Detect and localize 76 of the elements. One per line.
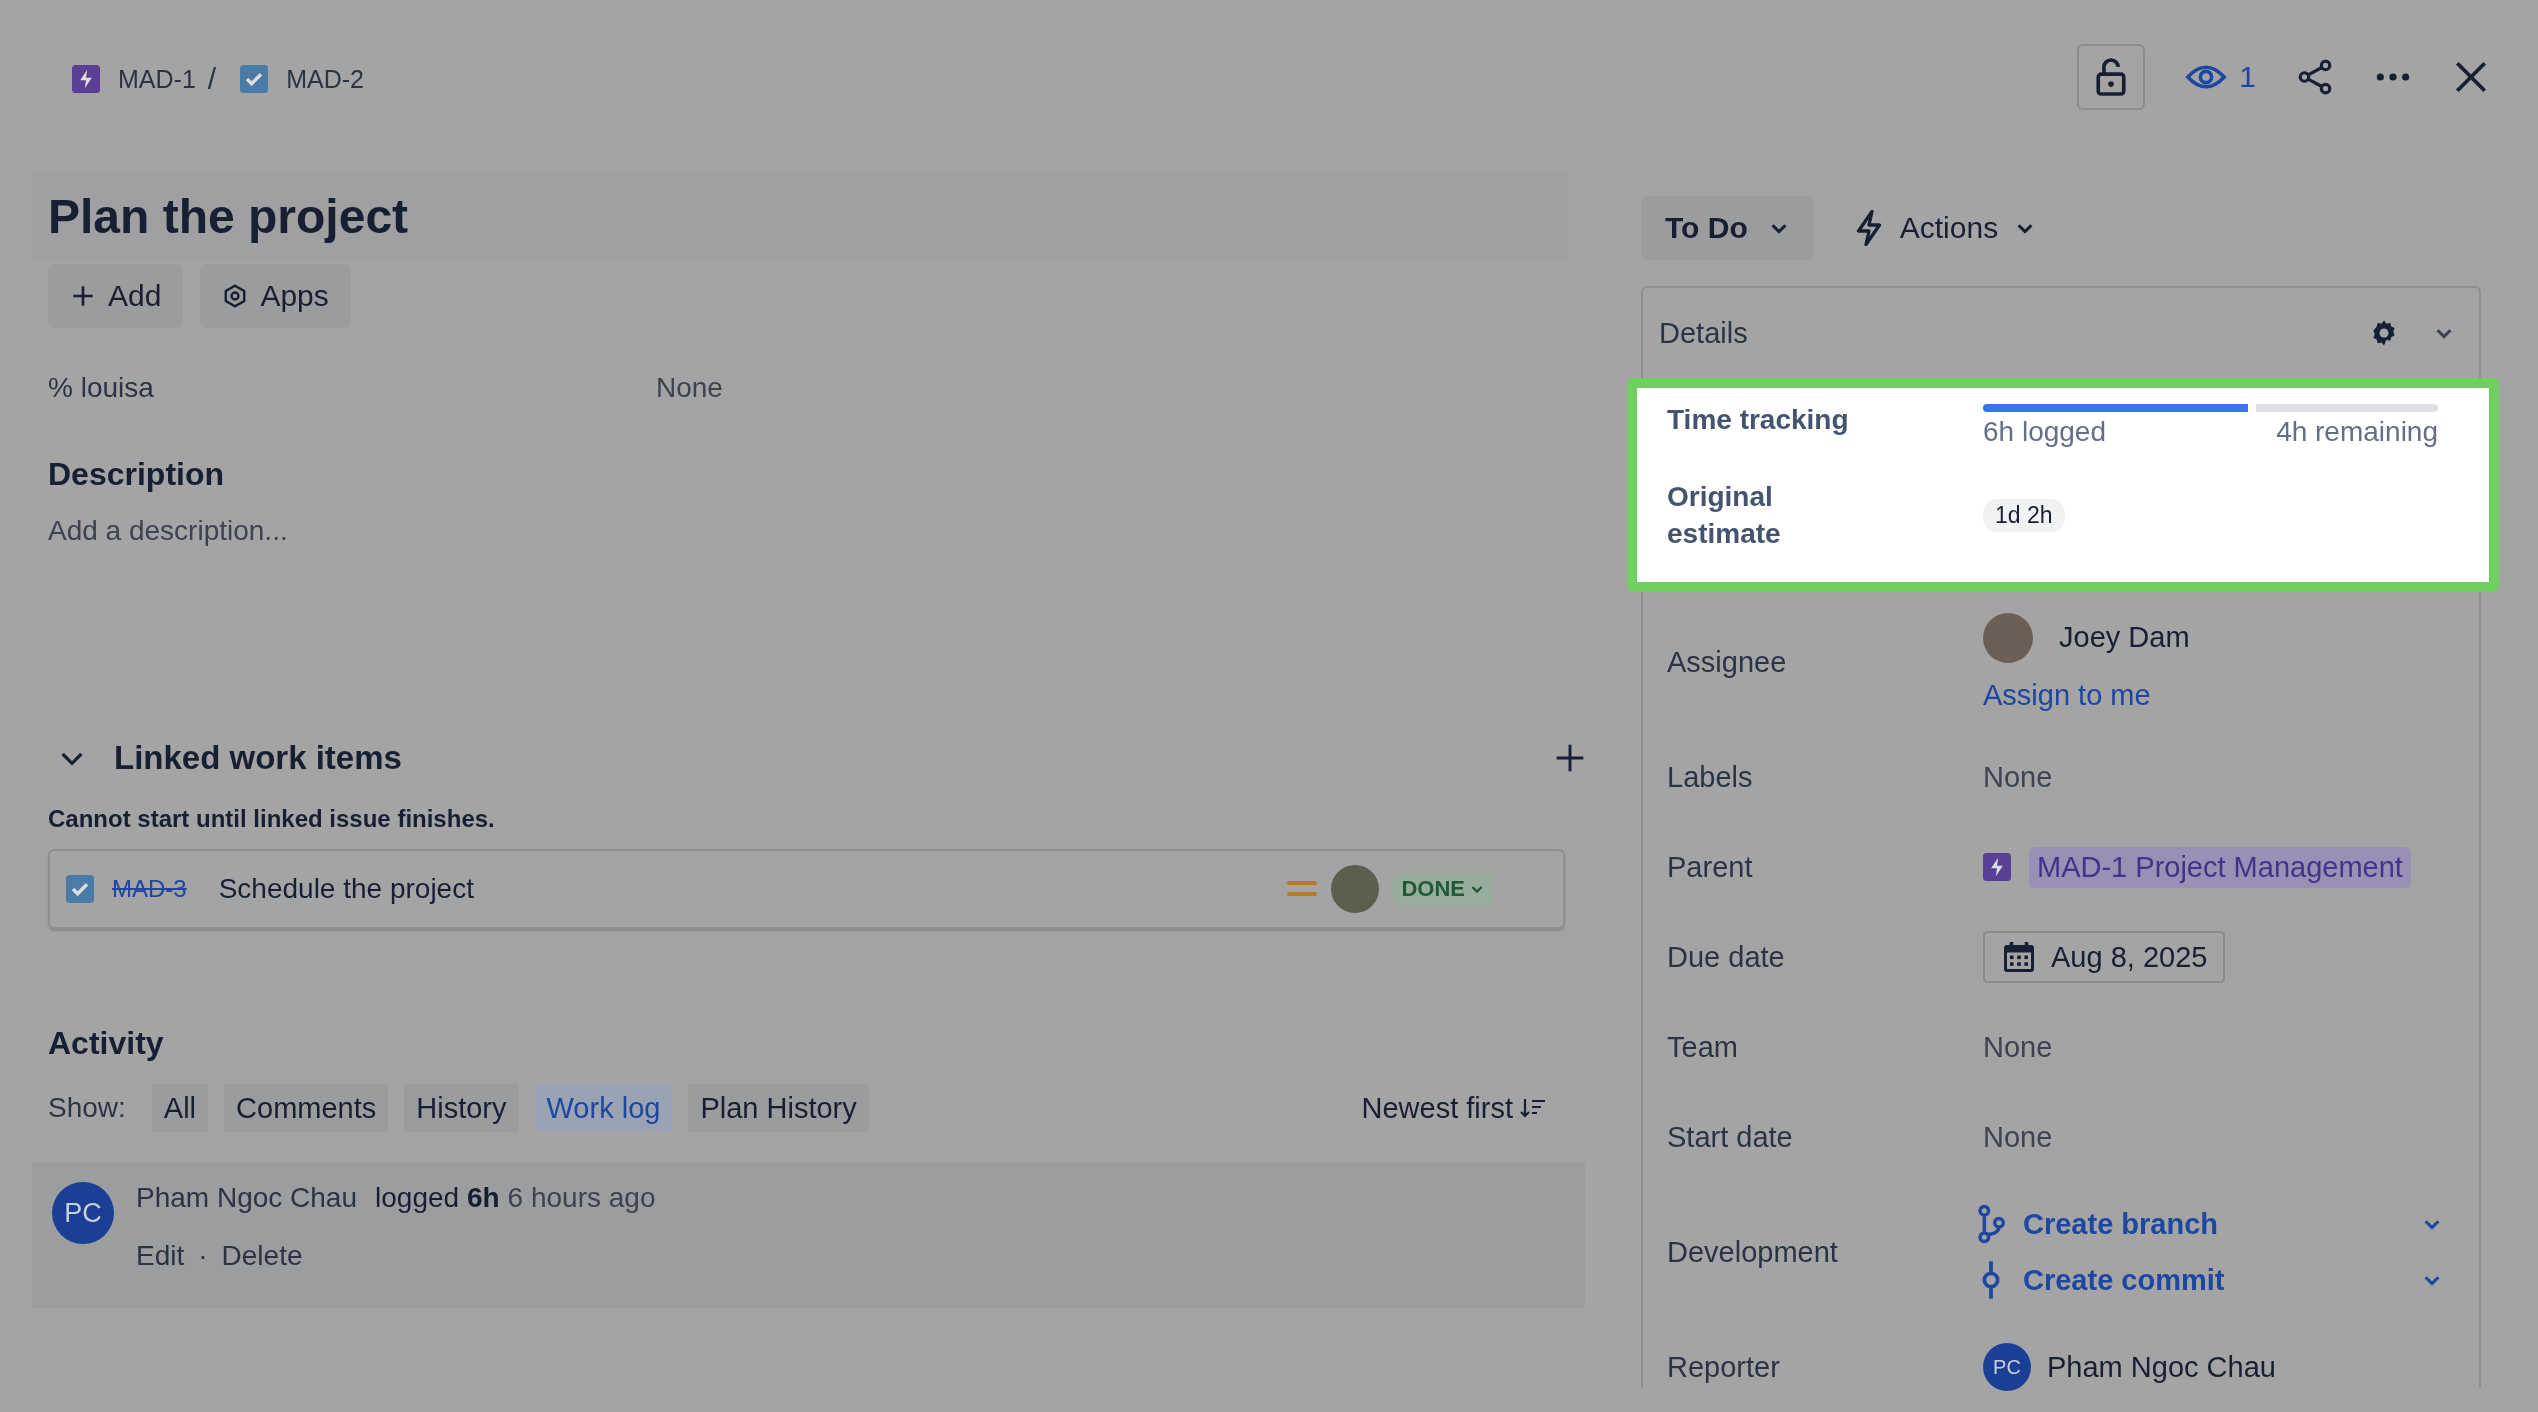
breadcrumb-link[interactable]: MAD-2: [286, 64, 364, 94]
development-link[interactable]: Create commit: [2023, 1263, 2421, 1297]
development-link[interactable]: Create branch: [2023, 1207, 2421, 1241]
share-icon[interactable]: [2296, 58, 2334, 96]
field-label: Start date: [1667, 1120, 1794, 1154]
actions-button[interactable]: Actions: [1853, 210, 2037, 246]
assign-link[interactable]: Assign to me: [1983, 678, 2190, 712]
linked-item-card[interactable]: MAD-3 Schedule the project DONE: [48, 849, 1565, 929]
eye-icon: [2185, 62, 2228, 92]
plus-icon[interactable]: [1554, 742, 1586, 774]
user-name[interactable]: Joey Dam: [2059, 621, 2190, 654]
branch-icon: [1977, 1204, 2005, 1244]
panel-title: Details: [1659, 316, 1749, 350]
section-heading: Linked work items: [114, 739, 403, 777]
breadcrumb-separator: /: [207, 62, 217, 96]
status-lozenge[interactable]: DONE: [1393, 873, 1493, 905]
field-value[interactable]: None: [1983, 760, 2053, 794]
section-heading: Activity: [48, 1025, 165, 1062]
sort-icon: [1519, 1096, 1547, 1120]
field-label: Parent: [1667, 850, 1754, 884]
remaining-time: 4h remaining: [2276, 416, 2438, 448]
filter-tab[interactable]: Work log: [534, 1084, 673, 1132]
field-label: Development: [1667, 1235, 1839, 1269]
avatar-photo: [1983, 612, 2033, 663]
checkbox-icon: [66, 875, 94, 903]
field-label: Team: [1667, 1030, 1739, 1064]
entry-action-link[interactable]: Edit: [136, 1240, 185, 1272]
worklog-text: logged 6h: [375, 1182, 500, 1214]
user-name[interactable]: Pham Ngoc Chau: [2047, 1350, 2276, 1384]
field-label: Time tracking: [1667, 404, 1850, 436]
avatar-photo: [1331, 865, 1380, 913]
field-label: % louisa: [48, 372, 155, 404]
toolbar-button[interactable]: Apps: [200, 264, 351, 328]
field-value[interactable]: None: [1983, 1030, 2053, 1064]
filter-tab[interactable]: Plan History: [688, 1084, 869, 1132]
parent-link[interactable]: MAD-1 Project Management: [2029, 846, 2411, 888]
field-value[interactable]: None: [1983, 1120, 2053, 1154]
logged-time: 6h logged: [1983, 416, 2106, 448]
field-label: Reporter: [1667, 1350, 1781, 1384]
status-button[interactable]: To Do: [1641, 196, 1814, 260]
title-field[interactable]: Plan the project: [32, 172, 1568, 260]
filter-label: Show:: [48, 1092, 126, 1124]
lock-button[interactable]: [2077, 44, 2146, 110]
user-avatar: PC: [1983, 1343, 2031, 1391]
filter-tab[interactable]: All: [151, 1084, 209, 1132]
filter-tab[interactable]: History: [404, 1084, 519, 1132]
link-relation: Cannot start until linked issue finishes.: [48, 805, 496, 833]
plus-icon: [70, 283, 96, 309]
lightning-icon: [1983, 853, 2011, 881]
date-field[interactable]: Aug 8, 2025: [1983, 931, 2226, 983]
breadcrumb-link[interactable]: MAD-1: [118, 64, 196, 94]
watchers-button[interactable]: 1: [2185, 60, 2256, 94]
field-label: Due date: [1667, 940, 1786, 974]
calendar-icon: [2001, 939, 2037, 975]
entry-action-link[interactable]: Delete: [221, 1240, 303, 1272]
checkbox-icon: [240, 65, 269, 93]
issue-key-link[interactable]: MAD-3: [112, 875, 187, 903]
issue-summary: Schedule the project: [218, 873, 475, 905]
time-tracking-bar[interactable]: [1983, 404, 2438, 412]
user-avatar: PC: [52, 1182, 114, 1244]
section-heading: Description: [48, 456, 226, 493]
field-label: Labels: [1667, 760, 1754, 794]
priority-icon: [1287, 879, 1318, 899]
field-value[interactable]: None: [656, 372, 723, 404]
lightning-icon: [72, 65, 100, 93]
estimate-badge: 1d 2h: [1983, 498, 2065, 532]
description-prompt[interactable]: Add a description...: [48, 515, 1585, 547]
sort-button[interactable]: Newest first: [1361, 1091, 1547, 1125]
timestamp: 6 hours ago: [507, 1182, 656, 1214]
field-label: Original estimate: [1667, 480, 1782, 551]
author-name[interactable]: Pham Ngoc Chau: [136, 1182, 357, 1214]
filter-tab[interactable]: Comments: [224, 1084, 389, 1132]
field-label: Assignee: [1667, 645, 1788, 679]
padlock-icon: [2094, 57, 2129, 97]
toolbar-button[interactable]: Add: [48, 264, 184, 328]
separator-dot: ·: [198, 1240, 208, 1272]
